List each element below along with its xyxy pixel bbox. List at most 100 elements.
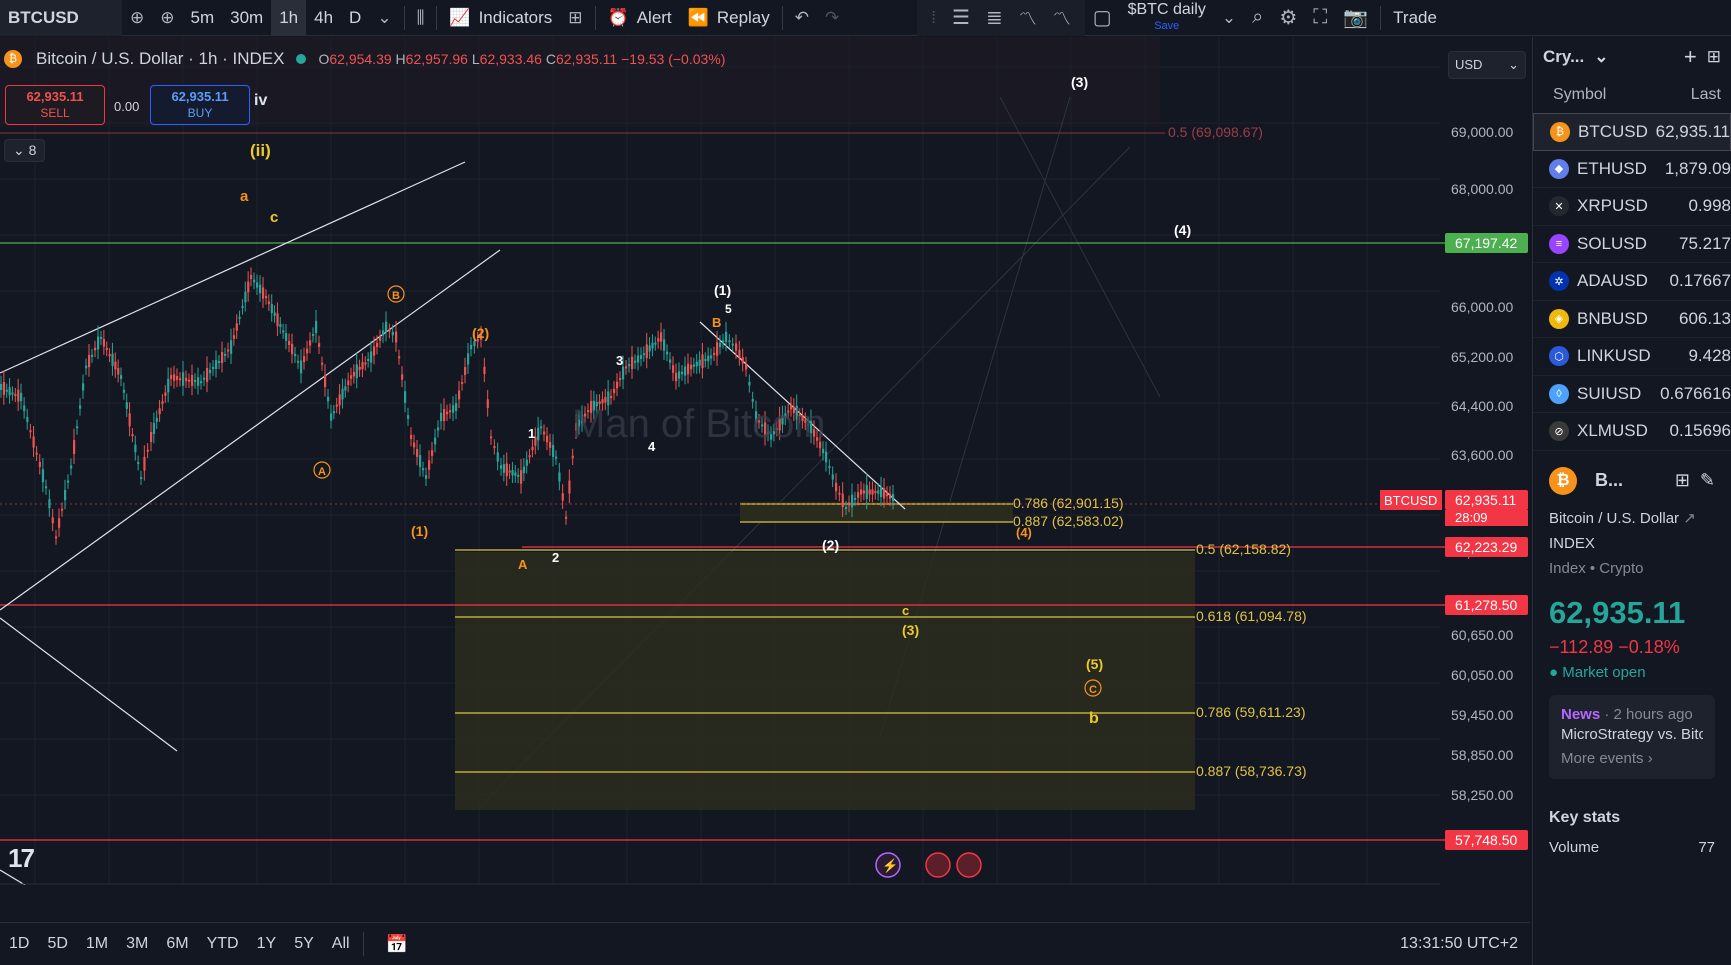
interval-1h[interactable]: 1h xyxy=(271,0,307,36)
watchlist-row-xlmusd[interactable]: ⊘ XLMUSD 0.15696 xyxy=(1533,413,1731,451)
volume-value: 77 xyxy=(1698,838,1715,856)
candle-body xyxy=(857,492,860,498)
date-range-button[interactable]: 📅 xyxy=(368,934,426,955)
watchlist-row-xrpusd[interactable]: ✕ XRPUSD 0.998 xyxy=(1533,188,1731,226)
column-last[interactable]: Last xyxy=(1691,86,1721,104)
chevron-down-icon[interactable]: ⌄ xyxy=(1594,47,1608,67)
chevron-down-icon: ⌄ xyxy=(1508,57,1519,72)
watchlist-list: ₿ BTCUSD 62,935.11 ◆ ETHUSD 1,879.09 ✕ XRPUSD 0.… xyxy=(1533,113,1731,451)
price-marker-label: 61,278.50 xyxy=(1455,597,1517,613)
news-card[interactable]: News · 2 hours ago MicroStrategy vs. Bit… xyxy=(1549,694,1715,779)
chart-area[interactable]: Man of Bitcoin 0.5 (69,098.67) 0.786 (62,9… xyxy=(0,37,1530,885)
replay-button[interactable]: ⏪ Replay xyxy=(680,0,778,36)
candle-body xyxy=(496,452,499,462)
watchlist-row-solusd[interactable]: ≡ SOLUSD 75.217 xyxy=(1533,226,1731,263)
candle-body xyxy=(428,460,431,470)
buy-button[interactable]: 62,935.11 BUY xyxy=(150,85,250,125)
candle-body xyxy=(244,291,247,303)
chart-type-button[interactable]: ⫼ xyxy=(409,0,433,36)
interval-30m[interactable]: 30m xyxy=(222,0,271,36)
interval-5m[interactable]: 5m xyxy=(183,0,223,36)
volume-label: Volume xyxy=(1549,838,1600,856)
candle-body xyxy=(500,465,503,469)
interval-4h[interactable]: 4h xyxy=(306,0,341,36)
symbol-search-button[interactable]: BTCUSD xyxy=(0,0,122,36)
lines-tool-icon[interactable]: ☰ xyxy=(944,5,978,30)
templates-button[interactable]: ⊞ xyxy=(560,0,590,36)
range-5y[interactable]: 5Y xyxy=(285,935,323,953)
sell-button[interactable]: 62,935.11 SELL xyxy=(5,85,105,125)
elliott-correction-icon[interactable]: 〽 xyxy=(1045,5,1079,31)
fib-tool-icon[interactable]: ≣ xyxy=(978,5,1011,30)
volume-row: Volume 77 xyxy=(1549,839,1715,856)
indicators-button[interactable]: 📈 Indicators xyxy=(441,0,560,36)
range-1m[interactable]: 1M xyxy=(77,935,117,953)
layout-toggle[interactable]: ▢ xyxy=(1085,0,1120,36)
interval-d[interactable]: D xyxy=(341,0,369,36)
candle-body xyxy=(731,343,734,346)
news-headline[interactable]: MicroStrategy vs. Bitcoin: Who Won the 1… xyxy=(1561,725,1703,745)
collapse-indicators-button[interactable]: ⌄ 8 xyxy=(4,139,46,162)
right-panel: Cry... ⌄ + ⊞ Symbol Last ₿ BTCUSD 62,935.1… xyxy=(1532,37,1731,965)
candle-body xyxy=(344,386,347,391)
range-all[interactable]: All xyxy=(323,935,359,953)
range-ytd[interactable]: YTD xyxy=(198,935,248,953)
redo-button[interactable]: ↷ xyxy=(817,0,847,36)
candle-body xyxy=(619,378,622,381)
currency-select[interactable]: USD ⌄ xyxy=(1448,51,1526,79)
candle-body xyxy=(259,284,262,294)
watchlist-row-linkusd[interactable]: ⬡ LINKUSD 9.428 xyxy=(1533,338,1731,376)
watchlist-row-bnbusd[interactable]: ◈ BNBUSD 606.13 xyxy=(1533,301,1731,338)
watchlist-row-ethusd[interactable]: ◆ ETHUSD 1,879.09 xyxy=(1533,151,1731,188)
clock[interactable]: 13:31:50 UTC+2 xyxy=(1391,935,1530,953)
interval-dropdown[interactable]: ⌄ xyxy=(369,0,399,36)
candle-body xyxy=(722,340,725,343)
quick-search-button[interactable]: ⌕ xyxy=(1244,0,1271,36)
watchlist-last: 606.13 xyxy=(1679,308,1731,328)
settings-button[interactable]: ⚙ xyxy=(1271,0,1305,36)
range-6m[interactable]: 6M xyxy=(157,935,197,953)
column-symbol[interactable]: Symbol xyxy=(1553,86,1606,104)
add-symbol-button[interactable]: ⊕ xyxy=(152,0,182,36)
details-short-name[interactable]: B... xyxy=(1595,470,1623,491)
bottom-toolbar: 1D 5D 1M 3M 6M YTD 1Y 5Y All 📅 13:31:50 … xyxy=(0,922,1530,965)
compare-symbol-button[interactable]: ⊕ xyxy=(122,0,152,36)
candle-body xyxy=(5,389,8,392)
watchlist-row-adausd[interactable]: ✲ ADAUSD 0.17667 xyxy=(1533,263,1731,301)
elliott-impulse-icon[interactable]: 〽 xyxy=(1011,5,1045,31)
price-axis-label: 58,850.00 xyxy=(1451,747,1513,763)
candle-body xyxy=(382,330,385,336)
us-flag-icon[interactable] xyxy=(956,852,982,878)
indicators-label: Indicators xyxy=(478,7,553,27)
more-events-link[interactable]: More events › xyxy=(1561,749,1703,769)
legend-title[interactable]: Bitcoin / U.S. Dollar · 1h · INDEX xyxy=(36,49,284,69)
candle-body xyxy=(616,381,619,389)
layout-name-button[interactable]: $BTC daily Save xyxy=(1120,0,1214,36)
candle-body xyxy=(525,459,528,466)
details-name[interactable]: Bitcoin / U.S. Dollar ↗ xyxy=(1549,509,1715,527)
candle-body xyxy=(555,456,558,459)
alert-button[interactable]: ⏰ Alert xyxy=(600,0,680,36)
watchlist-row-btcusd[interactable]: ₿ BTCUSD 62,935.11 xyxy=(1533,113,1731,151)
advanced-view-icon[interactable]: ⊞ xyxy=(1707,47,1721,67)
fullscreen-button[interactable]: ⛶ xyxy=(1305,0,1335,36)
add-symbol-icon[interactable]: + xyxy=(1684,44,1697,70)
grid-icon[interactable]: ⊞ xyxy=(1675,470,1690,491)
candle-body xyxy=(713,352,716,355)
snapshot-button[interactable]: 📷 xyxy=(1335,0,1376,36)
buy-label: BUY xyxy=(187,106,213,120)
watchlist-title[interactable]: Cry... xyxy=(1543,47,1584,67)
range-5d[interactable]: 5D xyxy=(38,935,76,953)
range-3m[interactable]: 3M xyxy=(117,935,157,953)
watchlist-row-suiusd[interactable]: ◊ SUIUSD 0.676616 xyxy=(1533,376,1731,413)
range-1y[interactable]: 1Y xyxy=(248,935,286,953)
layout-dropdown[interactable]: ⌄ xyxy=(1214,0,1244,36)
candle-body xyxy=(738,349,741,358)
range-1d[interactable]: 1D xyxy=(0,935,38,953)
chart-canvas[interactable]: Man of Bitcoin 0.5 (69,098.67) 0.786 (62,9… xyxy=(0,37,1530,885)
trade-button[interactable]: Trade xyxy=(1385,0,1445,36)
undo-button[interactable]: ↶ xyxy=(787,0,817,36)
candle-body xyxy=(197,377,200,386)
edit-icon[interactable]: ✎ xyxy=(1700,470,1715,491)
us-flag-icon[interactable] xyxy=(925,852,951,878)
